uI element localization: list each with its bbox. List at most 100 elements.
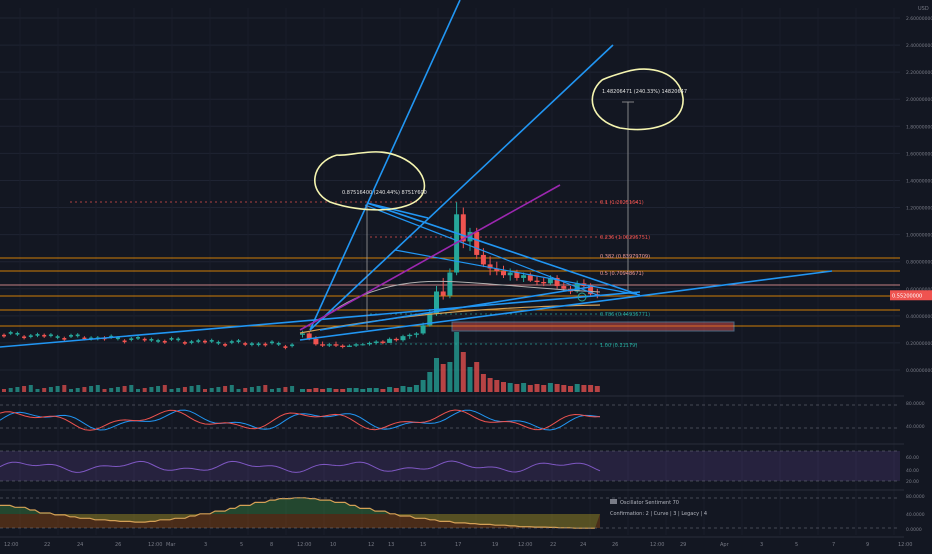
candle-body xyxy=(413,333,419,335)
time-tick-label: 12:00 xyxy=(297,542,311,548)
rsi-band xyxy=(0,451,900,481)
volume-bar xyxy=(487,378,493,392)
volume-bar xyxy=(434,358,439,392)
candle-body xyxy=(527,275,533,281)
candle-body xyxy=(55,336,60,338)
volume-bar xyxy=(427,372,433,392)
fib-level-label: 1.00 (0.21179) xyxy=(600,343,637,349)
price-tick-label: 0.80000000 xyxy=(906,260,932,266)
target-measure-label: 1.48206471 (240.33%) 14820647 xyxy=(602,89,687,95)
volume-bar xyxy=(467,367,473,392)
volume-bar xyxy=(501,382,506,392)
volume-bar xyxy=(594,386,600,392)
candle-body xyxy=(534,280,540,282)
volume-bar xyxy=(276,388,281,392)
volume-bar xyxy=(62,385,67,392)
osc-tick-label: 20.00 xyxy=(906,479,919,485)
candle-body xyxy=(474,231,480,255)
fib-level-label: 0.5 (0.70948671) xyxy=(600,271,644,277)
support-zone xyxy=(451,321,735,332)
volume-bar xyxy=(367,388,372,392)
candle-body xyxy=(22,336,27,339)
candle-body xyxy=(142,338,147,341)
volume-bar xyxy=(480,374,486,392)
candle-body xyxy=(480,254,486,265)
time-tick-label: 15 xyxy=(420,542,426,548)
oscillator-panes: Oscillator Sentiment 70 Confirmation: 2 |… xyxy=(0,395,932,538)
volume-bar xyxy=(89,386,94,392)
volume-bar xyxy=(42,388,47,392)
volume-bar xyxy=(69,389,73,392)
candle-body xyxy=(340,345,346,347)
candle-body xyxy=(122,340,127,343)
candle-body xyxy=(229,341,234,343)
volume-bar xyxy=(353,388,359,392)
candle-body xyxy=(521,275,527,278)
time-axis[interactable]: 12:00 22 24 26 12:00 Mar 3 5 8 12:00 10 12 13 15 17 19 1… xyxy=(0,538,932,550)
candle-body xyxy=(514,272,520,278)
volume-bar xyxy=(320,389,326,392)
trading-chart[interactable]: 0.1 (1.20251641) 0.236 (1.00295751) 0.382 … xyxy=(0,0,932,550)
osc-tick-label: 60.00 xyxy=(906,455,919,461)
time-tick-label: 9 xyxy=(866,542,869,548)
volume-bars xyxy=(2,332,600,392)
candle-body xyxy=(290,344,295,347)
volume-bar xyxy=(256,386,261,392)
volume-bar xyxy=(541,385,547,392)
volume-bar xyxy=(407,387,413,392)
candle-body xyxy=(35,334,40,336)
volume-bar xyxy=(494,380,500,392)
time-tick-label: 3 xyxy=(760,542,763,548)
volume-bar xyxy=(387,387,393,392)
fib-level-label: 0.1 (1.20251641) xyxy=(600,200,644,206)
candle-body xyxy=(243,343,248,345)
volume-bar xyxy=(393,388,399,392)
time-tick-label: 5 xyxy=(795,542,798,548)
candle-body xyxy=(561,286,567,289)
volume-bar xyxy=(35,389,40,392)
volume-bar xyxy=(514,384,520,392)
volume-bar xyxy=(169,389,174,392)
volume-bar xyxy=(290,386,295,392)
volume-bar xyxy=(527,385,533,392)
candle-body xyxy=(326,344,332,346)
price-tick-label: 2.20000000 xyxy=(906,70,932,76)
candle-body xyxy=(256,343,261,346)
volume-bar xyxy=(440,364,446,392)
osc-tick-label: 40.0000 xyxy=(906,512,925,518)
trendlines xyxy=(0,0,833,348)
volume-bar xyxy=(109,388,114,392)
time-tick-label: 5 xyxy=(240,542,243,548)
volume-bar xyxy=(75,388,80,392)
volume-bar xyxy=(15,387,20,392)
volume-bar xyxy=(8,388,13,392)
volume-bar xyxy=(189,386,194,392)
volume-bar xyxy=(283,387,288,392)
time-tick-label: 12:00 xyxy=(4,542,18,548)
volume-bar xyxy=(203,389,207,392)
volume-bar xyxy=(373,388,379,392)
candle-body xyxy=(129,338,134,340)
volume-bar xyxy=(400,386,406,392)
candle-body xyxy=(380,341,386,343)
candle-body xyxy=(189,341,194,343)
time-tick-label: 24 xyxy=(580,542,586,548)
time-tick-label: 12:00 xyxy=(518,542,532,548)
time-axis-bg xyxy=(0,538,932,550)
volume-bar xyxy=(300,389,305,392)
annotations: 0.87516400 (240.44%) 8751Y600 1.48206471 … xyxy=(314,68,687,211)
chart-canvas[interactable]: 0.1 (1.20251641) 0.236 (1.00295751) 0.382 … xyxy=(0,0,932,550)
candle-body xyxy=(203,340,207,343)
time-tick-label: 22 xyxy=(550,542,556,548)
osc-tick-label: 40.00 xyxy=(906,468,919,474)
price-tick-label: 0.40000000 xyxy=(906,314,932,320)
candle-body xyxy=(360,344,366,346)
volume-bar xyxy=(507,383,513,392)
candle-body xyxy=(420,325,426,334)
fib-level-label: 0.786 (0.44935771) xyxy=(600,312,650,318)
candle-body xyxy=(333,344,339,346)
time-tick-label: 8 xyxy=(270,542,273,548)
volume-bar xyxy=(263,385,268,392)
time-tick-label: 12:00 xyxy=(148,542,162,548)
volume-bar xyxy=(223,386,228,392)
